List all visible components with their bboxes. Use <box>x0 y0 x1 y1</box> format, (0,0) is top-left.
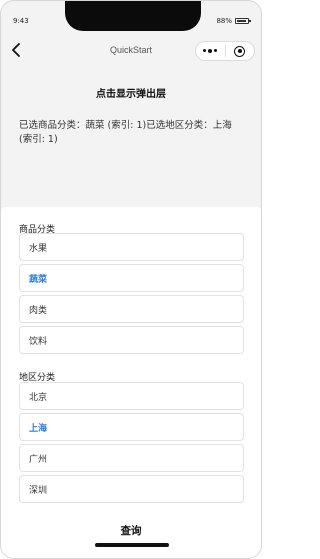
status-time: 9:43 <box>13 17 29 25</box>
close-icon <box>234 45 246 57</box>
region-option-shanghai[interactable]: 上海 <box>19 413 244 441</box>
product-option-meat[interactable]: 肉类 <box>19 295 244 323</box>
battery-icon <box>235 18 251 24</box>
status-bar: 9:43 88% <box>1 1 261 31</box>
home-indicator <box>95 543 169 547</box>
option-label: 肉类 <box>29 305 48 316</box>
notch <box>65 1 201 31</box>
option-label: 水果 <box>29 243 48 254</box>
nav-bar: QuickStart <box>1 31 261 69</box>
popup-sheet: 商品分类 水果 蔬菜 肉类 饮料 地区分类 北京 上海 广州 深圳 查询 <box>1 207 261 558</box>
close-button[interactable] <box>226 42 255 60</box>
capsule-menu <box>195 41 255 61</box>
region-option-guangzhou[interactable]: 广州 <box>19 444 244 472</box>
selection-summary: 已选商品分类：蔬菜 (索引: 1)已选地区分类：上海 (索引: 1) <box>19 120 232 145</box>
phone-screen: 9:43 88% QuickStart 点击显示弹出层 已选商品分类：蔬菜 (索… <box>0 0 262 559</box>
region-option-shenzhen[interactable]: 深圳 <box>19 475 244 503</box>
more-icon <box>203 49 218 53</box>
show-popup-button[interactable]: 点击显示弹出层 <box>1 85 261 100</box>
option-label: 饮料 <box>29 336 48 347</box>
query-button[interactable]: 查询 <box>1 523 261 538</box>
option-label: 北京 <box>29 392 48 403</box>
battery-percent: 88% <box>216 17 232 25</box>
status-indicators: 88% <box>216 17 251 25</box>
region-option-beijing[interactable]: 北京 <box>19 382 244 410</box>
more-button[interactable] <box>196 42 225 60</box>
product-option-drinks[interactable]: 饮料 <box>19 326 244 354</box>
product-option-fruit[interactable]: 水果 <box>19 233 244 261</box>
product-option-vegetables[interactable]: 蔬菜 <box>19 264 244 292</box>
option-label: 上海 <box>29 423 48 434</box>
option-label: 蔬菜 <box>29 274 48 285</box>
option-label: 广州 <box>29 454 48 465</box>
option-label: 深圳 <box>29 485 48 496</box>
